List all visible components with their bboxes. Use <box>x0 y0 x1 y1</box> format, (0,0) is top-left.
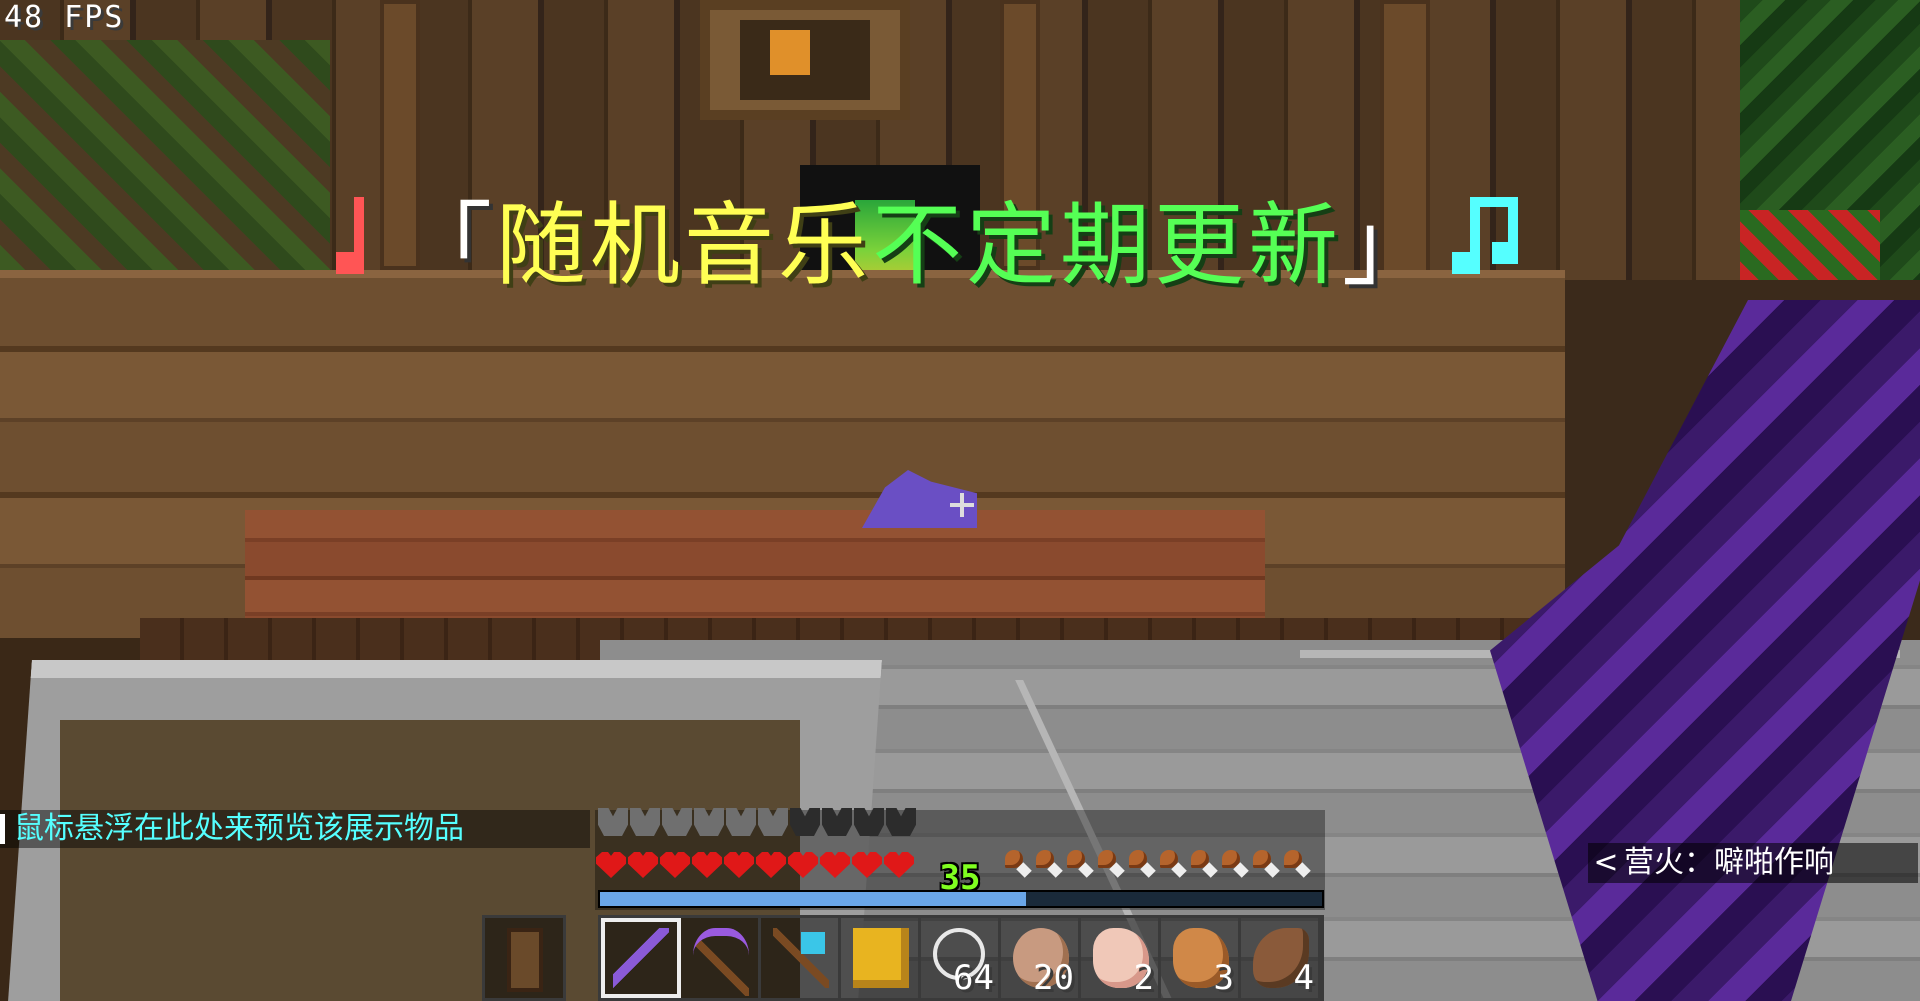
hotbar-slot-3[interactable] <box>761 918 841 998</box>
hunger-drumstick-icon <box>1191 850 1219 880</box>
hotbar-slot-8[interactable]: 3 <box>1161 918 1241 998</box>
armor-point-icon <box>822 808 852 836</box>
health-bar <box>596 852 916 878</box>
armor-point-icon <box>854 808 884 836</box>
heart-icon <box>596 852 626 878</box>
hotbar-slot-5[interactable]: 64 <box>921 918 1001 998</box>
banner-text-green: 不定期更新 <box>872 193 1342 298</box>
hover-tip[interactable]: 鼠标悬浮在此处来预览该展示物品 <box>0 810 590 848</box>
heart-icon <box>756 852 786 878</box>
xp-bar-fill <box>600 892 1026 906</box>
item-count: 4 <box>1293 958 1314 998</box>
hunger-bar <box>1002 850 1312 880</box>
hotbar[interactable]: 64 20 2 3 4 <box>598 915 1324 1001</box>
item-count: 64 <box>953 958 994 998</box>
item-count: 20 <box>1033 958 1074 998</box>
armor-point-icon <box>598 808 628 836</box>
grass-dirt-blocks <box>0 40 330 270</box>
subtitle-notification: < 营火：噼啪作响 <box>1588 843 1918 883</box>
hunger-drumstick-icon <box>1129 850 1157 880</box>
diamond-axe-icon <box>773 928 829 988</box>
armor-point-icon <box>790 808 820 836</box>
hunger-drumstick-icon <box>1067 850 1095 880</box>
heart-icon <box>852 852 882 878</box>
armor-point-icon <box>630 808 660 836</box>
banner-text-yellow: 随机音乐 <box>496 193 872 298</box>
heart-icon <box>724 852 754 878</box>
armor-point-icon <box>758 808 788 836</box>
music-note-icon <box>336 197 386 277</box>
double-music-note-icon <box>1452 197 1518 277</box>
hotbar-slot-2[interactable] <box>681 918 761 998</box>
hunger-drumstick-icon <box>1284 850 1312 880</box>
subtitle-text: 营火：噼啪作响 <box>1624 845 1834 880</box>
item-count: 3 <box>1213 958 1234 998</box>
heart-icon <box>628 852 658 878</box>
enchanted-pickaxe-icon <box>693 928 749 996</box>
armor-point-icon <box>726 808 756 836</box>
crosshair <box>960 493 964 517</box>
heart-icon <box>884 852 914 878</box>
netherite-sword-icon <box>613 928 669 988</box>
banner-close-bracket: 」 <box>1342 193 1436 298</box>
armor-point-icon <box>662 808 692 836</box>
heart-icon <box>788 852 818 878</box>
hotbar-slot-4[interactable] <box>841 918 921 998</box>
hotbar-slot-1[interactable] <box>601 918 681 998</box>
armor-point-icon <box>694 808 724 836</box>
hunger-drumstick-icon <box>1005 850 1033 880</box>
gold-block-icon <box>853 928 909 988</box>
hotbar-slot-7[interactable]: 2 <box>1081 918 1161 998</box>
armor-bar <box>598 808 918 836</box>
hotbar-slot-6[interactable]: 20 <box>1001 918 1081 998</box>
subtitle-direction-arrow: < <box>1593 845 1619 880</box>
banner-open-bracket: 「 <box>402 193 496 298</box>
heart-icon <box>820 852 850 878</box>
hunger-drumstick-icon <box>1253 850 1281 880</box>
heart-icon <box>660 852 690 878</box>
fps-counter: 48 FPS <box>4 0 125 35</box>
item-count: 2 <box>1133 958 1154 998</box>
door-icon <box>507 928 543 992</box>
armor-point-icon <box>886 808 916 836</box>
hotbar-slot-9[interactable]: 4 <box>1241 918 1321 998</box>
offhand-slot[interactable] <box>482 915 566 1001</box>
lantern <box>770 30 810 75</box>
hunger-drumstick-icon <box>1160 850 1188 880</box>
hunger-drumstick-icon <box>1036 850 1064 880</box>
xp-bar <box>598 890 1324 908</box>
hunger-drumstick-icon <box>1098 850 1126 880</box>
music-banner: 「 随机音乐 不定期更新 」 <box>320 182 1518 298</box>
hunger-drumstick-icon <box>1222 850 1250 880</box>
heart-icon <box>692 852 722 878</box>
